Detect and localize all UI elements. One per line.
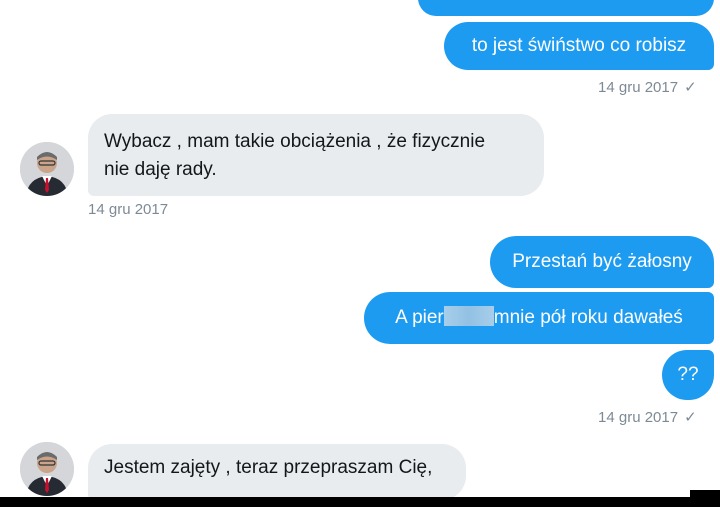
read-check-icon: ✓ <box>684 409 697 426</box>
message-text: Jestem zajęty , teraz przepraszam Cię, <box>104 457 433 478</box>
message-text: A pier <box>395 307 444 328</box>
timestamp-text: 14 gru 2017 <box>88 201 169 218</box>
message-bubble-outgoing-partial <box>418 0 714 16</box>
timestamp: 14 gru 2017 <box>88 201 168 218</box>
timestamp-text: 14 gru 2017 <box>598 409 679 426</box>
read-check-icon: ✓ <box>684 79 697 96</box>
person-avatar-icon <box>20 442 74 496</box>
conversation-thread: to jest świństwo co robisz 14 gru 2017 ✓ … <box>0 0 720 507</box>
message-bubble-incoming: Wybacz , mam takie obciążenia , że fizyc… <box>88 114 544 196</box>
message-bubble-outgoing: to jest świństwo co robisz <box>444 22 714 70</box>
censored-blur <box>443 306 494 326</box>
person-avatar-icon <box>20 142 74 196</box>
message-text: to jest świństwo co robisz <box>471 35 687 56</box>
message-bubble-outgoing: Przestań być żałosny <box>490 236 714 288</box>
message-text: Przestań być żałosny <box>512 251 692 272</box>
message-text-line: Wybacz , mam takie obciążenia , że fizyc… <box>104 131 486 152</box>
message-bubble-outgoing: A pier mnie pół roku dawałeś <box>364 292 714 344</box>
timestamp: 14 gru 2017 ✓ <box>598 408 697 426</box>
message-text: ?? <box>677 364 699 385</box>
corner-artifact <box>690 490 720 498</box>
timestamp-text: 14 gru 2017 <box>598 79 679 96</box>
avatar[interactable] <box>20 142 74 196</box>
avatar[interactable] <box>20 442 74 496</box>
message-text: mnie pół roku dawałeś <box>493 307 683 328</box>
timestamp: 14 gru 2017 ✓ <box>598 78 697 96</box>
message-bubble-incoming: Jestem zajęty , teraz przepraszam Cię, <box>88 444 466 500</box>
message-bubble-outgoing: ?? <box>662 350 714 400</box>
bottom-border <box>0 497 720 507</box>
message-text-line: nie daję rady. <box>104 159 217 180</box>
